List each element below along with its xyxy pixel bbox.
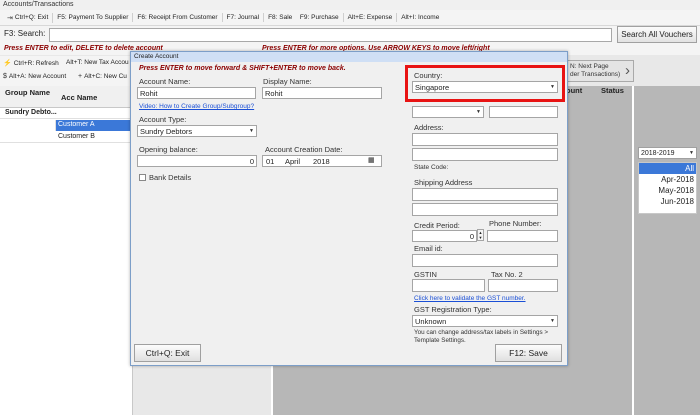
address-line2-field[interactable]: [412, 148, 558, 161]
acc-name-cell: Customer B: [58, 133, 95, 140]
shipping-address-line1-field[interactable]: [412, 188, 558, 201]
country-highlight-box: [405, 65, 565, 102]
account-name-label: Account Name:: [139, 77, 191, 86]
email-label: Email id:: [414, 244, 443, 253]
video-group-link[interactable]: Video: How to Create Group/Subgroup?: [139, 103, 254, 110]
acc-name-cell: Customer A: [58, 121, 95, 128]
toolbar-sale-purchase[interactable]: F8: Sale F9: Purchase: [264, 13, 344, 22]
shipping-address-label: Shipping Address: [414, 178, 473, 187]
period-list: All Apr-2018 May-2018 Jun-2018: [638, 162, 697, 214]
account-type-label: Account Type:: [139, 115, 187, 124]
list-item[interactable]: All: [639, 163, 696, 174]
chevron-down-icon: ▼: [249, 128, 254, 134]
new-tax-account-action[interactable]: Alt+T: New Tax Accou: [66, 59, 129, 66]
gst-registration-label: GST Registration Type:: [414, 305, 492, 314]
column-header-amount[interactable]: ount: [566, 86, 582, 95]
list-item[interactable]: Apr-2018: [639, 174, 696, 185]
action-row: ⚡ Ctrl+R: Refresh Alt+T: New Tax Accou $ A…: [0, 56, 135, 86]
dialog-hint: Press ENTER to move forward & SHIFT+ENTE…: [139, 65, 346, 72]
state-select[interactable]: ▼: [412, 106, 484, 118]
toolbar: ⇥ Ctrl+Q: Exit F5: Payment To Supplier F6…: [0, 10, 700, 26]
pin-code-field[interactable]: [489, 106, 558, 118]
toolbar-exit[interactable]: ⇥ Ctrl+Q: Exit: [3, 12, 54, 23]
save-button[interactable]: F12: Save: [495, 344, 562, 362]
chevron-down-icon: ▼: [476, 109, 481, 115]
email-field[interactable]: [412, 254, 558, 267]
new-account-action[interactable]: $ Alt+A: New Account: [3, 73, 66, 80]
search-row: F3: Search:: [0, 26, 700, 44]
window-title: Accounts/Transactions: [0, 0, 700, 10]
credit-period-label: Credit Period:: [414, 221, 460, 230]
table-row[interactable]: Customer B: [0, 132, 133, 143]
list-item[interactable]: May-2018: [639, 185, 696, 196]
shipping-address-line2-field[interactable]: [412, 203, 558, 216]
template-settings-note: You can change address/tax labels in Set…: [414, 329, 549, 344]
bank-details-checkbox[interactable]: Bank Details: [139, 173, 191, 182]
accounts-grid: Group Name Acc Name Sundry Debto... Cust…: [0, 86, 133, 415]
gst-registration-select[interactable]: Unknown ▼: [412, 315, 558, 327]
grid-divider: [632, 86, 634, 415]
creation-date-label: Account Creation Date:: [265, 145, 343, 154]
column-header-status[interactable]: Status: [601, 86, 624, 95]
toolbar-income[interactable]: Alt+I: Income: [397, 13, 443, 22]
toolbar-payment-to-supplier[interactable]: F5: Payment To Supplier: [53, 13, 134, 22]
next-page-button[interactable]: N: Next Page der Transactions) ›: [566, 60, 634, 82]
state-code-label: State Code:: [414, 164, 449, 171]
new-customer-action[interactable]: + Alt+C: New Cu: [78, 73, 127, 80]
year-select[interactable]: 2018-2019 ▼: [638, 147, 697, 159]
table-row[interactable]: Sundry Debto...: [0, 108, 133, 119]
dialog-exit-button[interactable]: Ctrl+Q: Exit: [134, 344, 201, 362]
phone-number-label: Phone Number:: [489, 219, 542, 228]
gstin-label: GSTIN: [414, 270, 437, 279]
credit-period-stepper[interactable]: ▲ ▼: [477, 229, 484, 241]
toolbar-receipt-from-customer[interactable]: F6: Receipt From Customer: [133, 13, 223, 22]
toolbar-expense[interactable]: Alt+E: Expense: [344, 13, 398, 22]
refresh-action[interactable]: ⚡ Ctrl+R: Refresh: [3, 59, 59, 68]
opening-balance-label: Opening balance:: [139, 145, 198, 154]
address-label: Address:: [414, 123, 444, 132]
column-header-group-name[interactable]: Group Name: [5, 88, 50, 97]
table-row[interactable]: Customer A: [0, 120, 133, 131]
tax-no2-field[interactable]: [488, 279, 558, 292]
dollar-icon: $: [3, 73, 7, 80]
address-line1-field[interactable]: [412, 133, 558, 146]
column-header-acc-name[interactable]: Acc Name: [61, 93, 97, 102]
chevron-down-icon: ▼: [689, 150, 694, 156]
calendar-icon[interactable]: ▦: [368, 156, 375, 164]
account-name-field[interactable]: Rohit: [137, 87, 256, 99]
dialog-title: Create Account: [131, 52, 567, 62]
list-item[interactable]: Jun-2018: [639, 196, 696, 207]
validate-gst-link[interactable]: Click here to validate the GST number.: [414, 295, 526, 302]
chevron-right-icon: ›: [625, 62, 630, 79]
display-name-field[interactable]: Rohit: [262, 87, 382, 99]
tax-no2-label: Tax No. 2: [491, 270, 523, 279]
period-filter: 2018-2019 ▼ All Apr-2018 May-2018 Jun-201…: [638, 147, 697, 217]
refresh-icon: ⚡: [3, 60, 12, 67]
account-type-select[interactable]: Sundry Debtors ▼: [137, 125, 257, 137]
chevron-down-icon: ▼: [478, 235, 483, 240]
accounts-grid-header: Group Name Acc Name: [0, 86, 133, 108]
credit-period-field[interactable]: 0: [412, 230, 477, 242]
search-all-vouchers-button[interactable]: Search All Vouchers: [617, 26, 697, 43]
search-input[interactable]: [49, 28, 612, 42]
chevron-down-icon: ▼: [550, 318, 555, 324]
creation-date-picker[interactable]: 01 April 2018 ▦: [262, 155, 382, 167]
group-cell-empty: [0, 120, 56, 131]
opening-balance-field[interactable]: 0: [137, 155, 257, 167]
toolbar-journal[interactable]: F7: Journal: [223, 13, 265, 22]
group-cell: Sundry Debto...: [5, 109, 57, 116]
phone-number-field[interactable]: [487, 230, 558, 242]
plus-icon: +: [78, 73, 83, 80]
gstin-field[interactable]: [412, 279, 485, 292]
exit-icon: ⇥: [7, 14, 13, 22]
search-label: F3: Search:: [4, 29, 46, 38]
display-name-label: Display Name:: [263, 77, 312, 86]
